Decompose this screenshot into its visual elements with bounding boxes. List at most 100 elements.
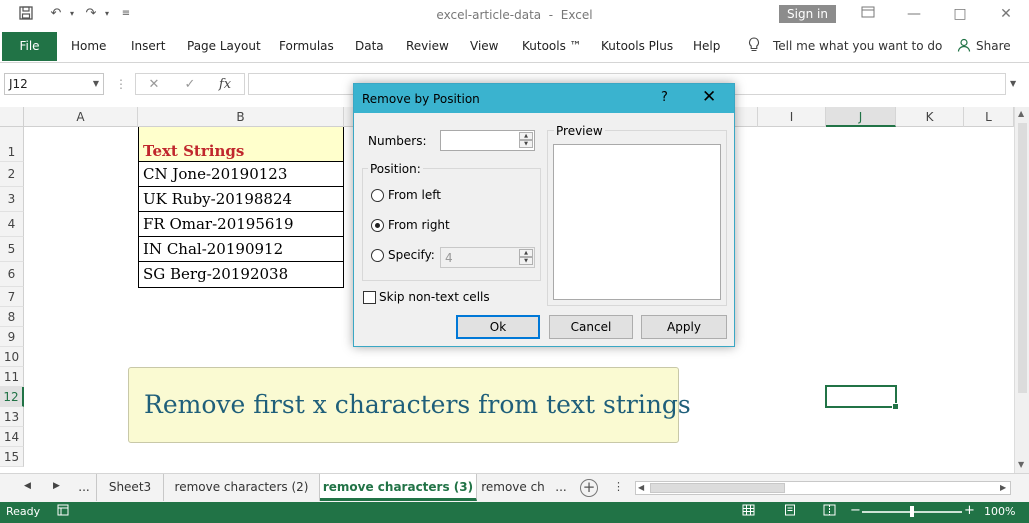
tab-review[interactable]: Review (406, 39, 449, 53)
row-header-9[interactable]: 9 (0, 327, 24, 347)
close-window-icon[interactable]: ✕ (991, 4, 1021, 24)
row-header-3[interactable]: 3 (0, 187, 24, 212)
sheet-tabs-more-right[interactable]: ... (549, 474, 573, 501)
zoom-in-icon[interactable]: + (964, 503, 975, 518)
from-left-label[interactable]: From left (388, 188, 441, 202)
macro-recording-icon[interactable] (56, 504, 70, 518)
column-header-a[interactable]: A (24, 107, 138, 127)
expand-formula-bar-icon[interactable]: ▼ (1010, 79, 1016, 88)
cancel-button[interactable]: Cancel (549, 315, 633, 339)
selected-cell-j12[interactable] (825, 385, 899, 410)
specify-decrement-icon[interactable]: ▼ (519, 257, 533, 265)
row-header-11[interactable]: 11 (0, 367, 24, 387)
cell-b5[interactable]: IN Chal-20190912 (138, 237, 344, 262)
redo-dropdown-icon[interactable]: ▾ (99, 6, 115, 22)
dialog-title-bar[interactable]: Remove by Position ? ✕ (354, 84, 734, 113)
sign-in-button[interactable]: Sign in (779, 5, 836, 23)
horizontal-scrollbar[interactable]: ◀ ▶ (635, 481, 1011, 495)
dialog-close-icon[interactable]: ✕ (702, 87, 716, 107)
cell-b1[interactable]: Text Strings (138, 127, 344, 162)
zoom-slider-thumb[interactable] (910, 506, 914, 517)
from-right-label[interactable]: From right (388, 218, 450, 232)
tab-formulas[interactable]: Formulas (279, 39, 334, 53)
tab-page-layout[interactable]: Page Layout (187, 39, 261, 53)
tab-view[interactable]: View (470, 39, 498, 53)
normal-view-icon[interactable] (741, 504, 755, 518)
tab-split-grip-icon[interactable]: ⋮ (613, 480, 624, 493)
column-header-b[interactable]: B (138, 107, 344, 127)
row-header-8[interactable]: 8 (0, 307, 24, 327)
confirm-formula-icon[interactable]: ✓ (181, 76, 199, 94)
cell-b2[interactable]: CN Jone-20190123 (138, 162, 344, 187)
row-header-12[interactable]: 12 (0, 387, 24, 407)
tab-data[interactable]: Data (355, 39, 384, 53)
numbers-decrement-icon[interactable]: ▼ (519, 140, 533, 148)
scroll-left-icon[interactable]: ◀ (638, 482, 644, 494)
sheet-tab-remove-characters-3[interactable]: remove characters (3) (320, 474, 477, 501)
specify-spinner[interactable]: 4 ▲ ▼ (440, 247, 535, 268)
tab-help[interactable]: Help (693, 39, 720, 53)
sheet-tabs-more-left[interactable]: ... (72, 474, 96, 501)
tab-kutools-plus[interactable]: Kutools Plus (601, 39, 673, 53)
row-header-1[interactable]: 1 (0, 127, 24, 162)
apply-button[interactable]: Apply (641, 315, 727, 339)
row-header-15[interactable]: 15 (0, 447, 24, 467)
cancel-formula-icon[interactable]: ✕ (145, 76, 163, 94)
maximize-icon[interactable]: □ (945, 4, 975, 24)
minimize-icon[interactable]: — (899, 4, 929, 24)
specify-increment-icon[interactable]: ▲ (519, 249, 533, 257)
share-button[interactable]: Share (976, 39, 1011, 53)
skip-non-text-checkbox[interactable] (363, 291, 376, 304)
row-header-6[interactable]: 6 (0, 262, 24, 287)
page-layout-view-icon[interactable] (783, 504, 797, 518)
sheet-tab-remove-ch[interactable]: remove ch (477, 474, 549, 501)
scroll-right-icon[interactable]: ▶ (1000, 482, 1006, 494)
tab-home[interactable]: Home (71, 39, 106, 53)
new-sheet-button[interactable]: + (580, 479, 598, 497)
vertical-scrollbar[interactable]: ▲ ▼ (1014, 107, 1029, 473)
column-header-j[interactable]: J (826, 107, 896, 127)
next-sheet-icon[interactable]: ▶ (53, 481, 60, 491)
row-header-7[interactable]: 7 (0, 287, 24, 307)
specify-label[interactable]: Specify: (388, 248, 435, 262)
row-header-10[interactable]: 10 (0, 347, 24, 367)
page-break-view-icon[interactable] (822, 504, 836, 518)
row-header-13[interactable]: 13 (0, 407, 24, 427)
select-all-corner[interactable] (0, 107, 24, 127)
row-header-14[interactable]: 14 (0, 427, 24, 447)
column-header-l[interactable]: L (964, 107, 1014, 127)
specify-radio[interactable] (371, 249, 384, 262)
sheet-tab-sheet3[interactable]: Sheet3 (96, 474, 164, 501)
vertical-scroll-thumb[interactable] (1018, 123, 1027, 393)
help-icon[interactable]: ? (661, 90, 668, 105)
insert-function-icon[interactable]: fx (216, 76, 234, 94)
callout-text-box[interactable]: Remove first x characters from text stri… (128, 367, 691, 443)
zoom-level[interactable]: 100% (984, 505, 1015, 518)
row-header-4[interactable]: 4 (0, 212, 24, 237)
skip-non-text-label[interactable]: Skip non-text cells (379, 290, 490, 304)
cell-b4[interactable]: FR Omar-20195619 (138, 212, 344, 237)
row-header-5[interactable]: 5 (0, 237, 24, 262)
name-box[interactable]: J12 ▼ (4, 73, 104, 95)
numbers-spinner[interactable]: ▲ ▼ (440, 130, 535, 151)
column-header-i[interactable]: I (758, 107, 826, 127)
cell-b6[interactable]: SG Berg-20192038 (138, 262, 344, 288)
previous-sheet-icon[interactable]: ◀ (24, 481, 31, 491)
zoom-out-icon[interactable]: − (850, 503, 861, 518)
tab-insert[interactable]: Insert (131, 39, 165, 53)
column-header-k[interactable]: K (896, 107, 964, 127)
tell-me-search[interactable]: Tell me what you want to do (773, 39, 942, 53)
sheet-tab-remove-characters-2[interactable]: remove characters (2) (164, 474, 320, 501)
ribbon-display-options-icon[interactable] (853, 4, 883, 24)
save-icon[interactable] (18, 6, 34, 22)
redo-icon[interactable]: ↷ (83, 6, 99, 22)
undo-icon[interactable]: ↶ (48, 6, 64, 22)
name-box-dropdown-icon[interactable]: ▼ (93, 74, 99, 94)
customize-qat-icon[interactable]: ≡ (118, 6, 134, 22)
scroll-up-icon[interactable]: ▲ (1018, 109, 1024, 118)
tab-kutools[interactable]: Kutools ™ (522, 39, 582, 53)
tab-file[interactable]: File (2, 32, 57, 61)
cell-b3[interactable]: UK Ruby-20198824 (138, 187, 344, 212)
numbers-increment-icon[interactable]: ▲ (519, 132, 533, 140)
scroll-down-icon[interactable]: ▼ (1018, 460, 1024, 469)
